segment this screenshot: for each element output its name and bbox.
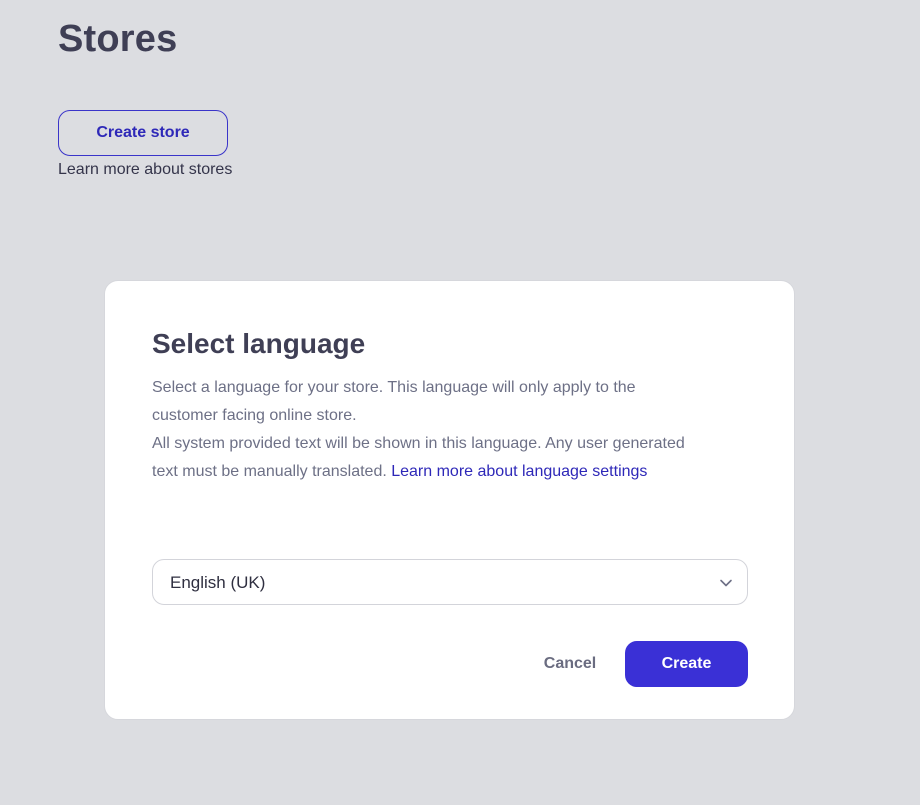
chevron-down-icon [720, 579, 732, 587]
description-line: All system provided text will be shown i… [152, 435, 685, 452]
language-select-value: English (UK) [170, 573, 266, 592]
dialog-description: Select a language for your store. This l… [152, 374, 752, 486]
description-line: customer facing online store. [152, 407, 357, 424]
create-button[interactable]: Create [625, 641, 748, 687]
create-store-button[interactable]: Create store [58, 110, 228, 156]
select-language-dialog: Select language Select a language for yo… [104, 280, 795, 720]
description-line: Select a language for your store. This l… [152, 379, 636, 396]
dialog-title: Select language [152, 328, 366, 359]
cancel-button[interactable]: Cancel [525, 641, 615, 687]
learn-more-language-settings-link[interactable]: Learn more about language settings [391, 463, 647, 480]
learn-more-stores-link[interactable]: Learn more about stores [58, 161, 232, 179]
language-select[interactable]: English (UK) [152, 559, 748, 605]
description-line-with-link: text must be manually translated. Learn … [152, 458, 752, 486]
page-title: Stores [58, 18, 178, 60]
description-text: text must be manually translated. [152, 463, 392, 480]
